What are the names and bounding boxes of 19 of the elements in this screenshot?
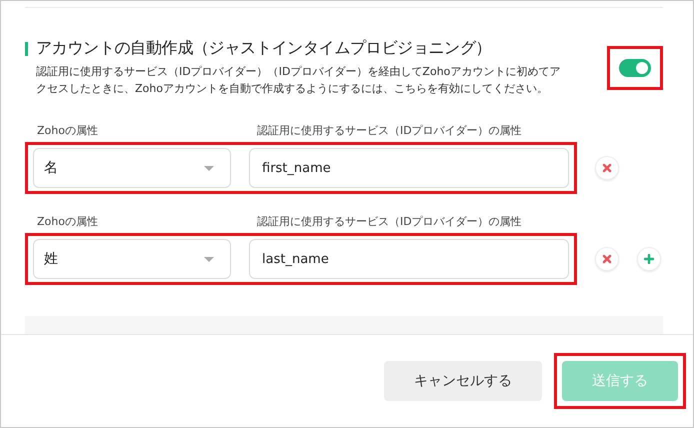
- add-button[interactable]: [637, 247, 661, 271]
- attribute-dropdown[interactable]: 名: [33, 148, 231, 188]
- input-field[interactable]: last_name: [249, 239, 569, 279]
- section-description: 認証用に使用するサービス（IDプロバイダー）（IDプロバイダー）を経由してZohoアカウントに初めてアクセスしたときに、Zohoアカウントを自動で作成するようにするには、こちらを有効にしてください。: [35, 64, 562, 97]
- field-label: Zohoの属性: [37, 214, 99, 229]
- field-label: 認証用に使用するサービス（IDプロバイダー）の属性: [257, 123, 522, 138]
- remove-button[interactable]: [595, 247, 619, 271]
- field-label: 認証用に使用するサービス（IDプロバイダー）の属性: [257, 214, 522, 229]
- input-field[interactable]: first_name: [249, 148, 569, 188]
- cancel-button[interactable]: キャンセルする: [384, 361, 542, 401]
- close-icon: [602, 254, 612, 264]
- accent-bar: [25, 42, 28, 56]
- section-title: アカウントの自動作成（ジャストインタイムプロビジョニング）: [36, 38, 492, 59]
- plus-icon: [644, 254, 654, 264]
- toggle-switch[interactable]: [619, 59, 651, 77]
- close-icon: [602, 163, 612, 173]
- field-label: Zohoの属性: [37, 123, 99, 138]
- attribute-dropdown[interactable]: 姓: [33, 239, 231, 279]
- remove-button[interactable]: [595, 156, 619, 180]
